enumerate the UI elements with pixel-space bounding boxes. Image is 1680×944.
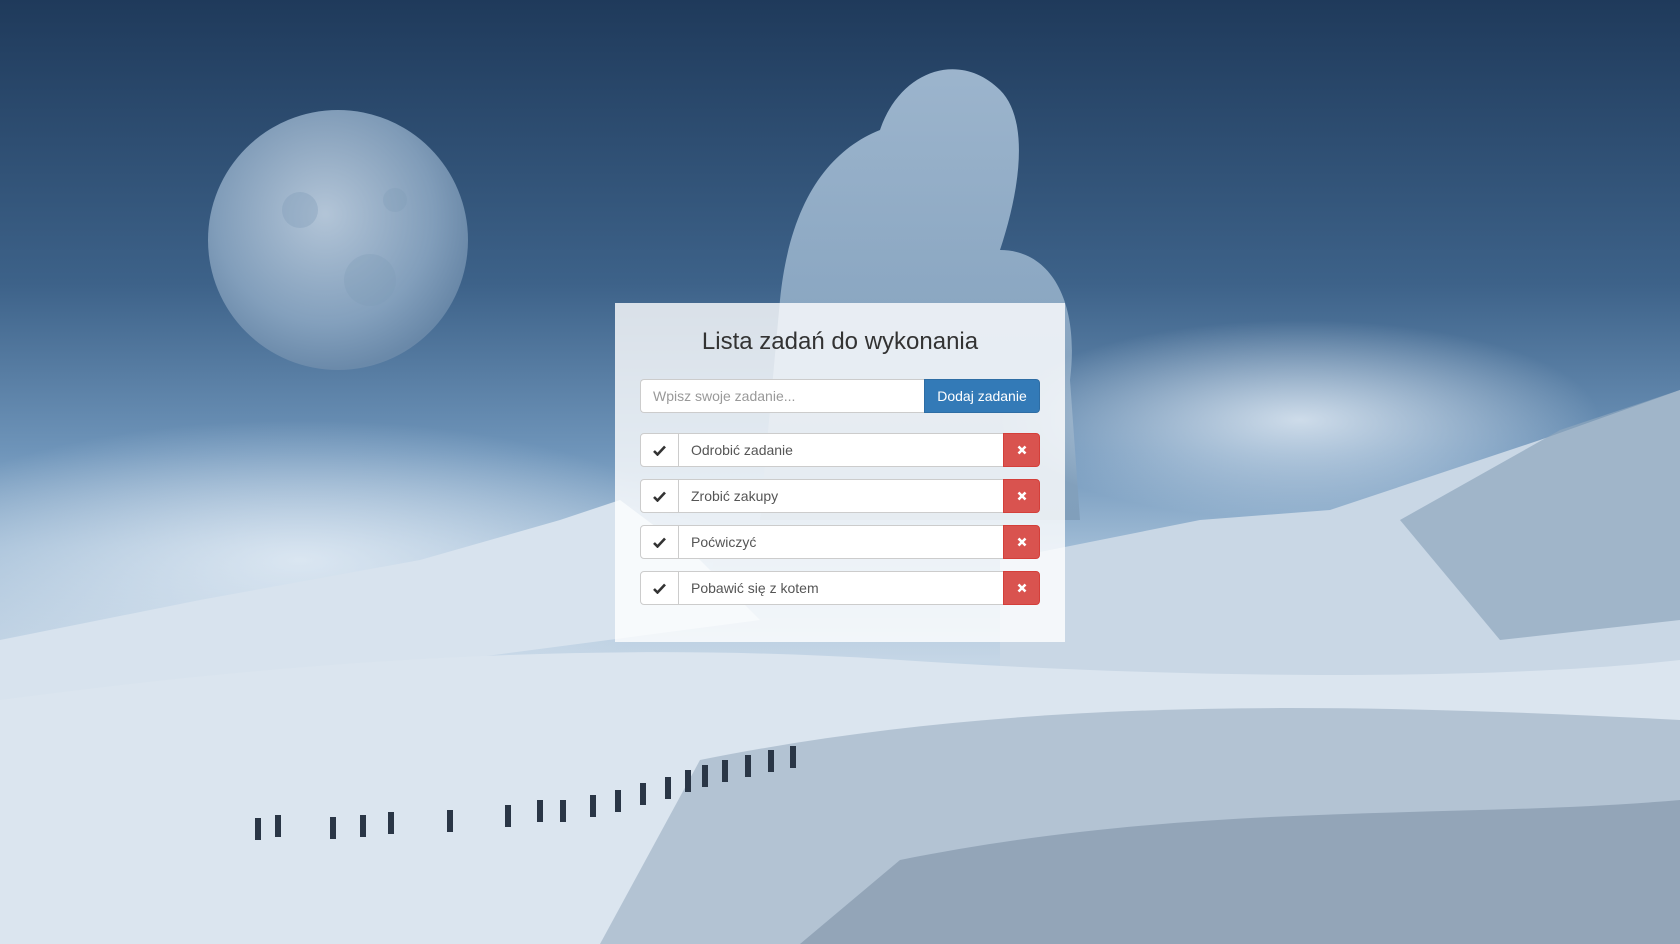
check-icon[interactable] <box>640 525 679 559</box>
todo-panel: Lista zadań do wykonania Dodaj zadanie O… <box>615 303 1065 642</box>
check-icon[interactable] <box>640 479 679 513</box>
task-label: Pobawić się z kotem <box>679 571 1003 605</box>
close-icon[interactable] <box>1003 525 1040 559</box>
check-icon[interactable] <box>640 571 679 605</box>
task-label: Zrobić zakupy <box>679 479 1003 513</box>
list-item: Zrobić zakupy <box>640 479 1040 513</box>
task-list: Odrobić zadanie Zrobić zakupy Poćwiczyć <box>640 433 1040 617</box>
task-label: Odrobić zadanie <box>679 433 1003 467</box>
close-icon[interactable] <box>1003 479 1040 513</box>
list-item: Pobawić się z kotem <box>640 571 1040 605</box>
task-input[interactable] <box>640 379 924 413</box>
close-icon[interactable] <box>1003 433 1040 467</box>
page-title: Lista zadań do wykonania <box>701 328 979 355</box>
task-label: Poćwiczyć <box>679 525 1003 559</box>
check-icon[interactable] <box>640 433 679 467</box>
list-item: Odrobić zadanie <box>640 433 1040 467</box>
list-item: Poćwiczyć <box>640 525 1040 559</box>
add-task-form: Dodaj zadanie <box>640 379 1040 413</box>
add-task-button[interactable]: Dodaj zadanie <box>924 379 1040 413</box>
close-icon[interactable] <box>1003 571 1040 605</box>
